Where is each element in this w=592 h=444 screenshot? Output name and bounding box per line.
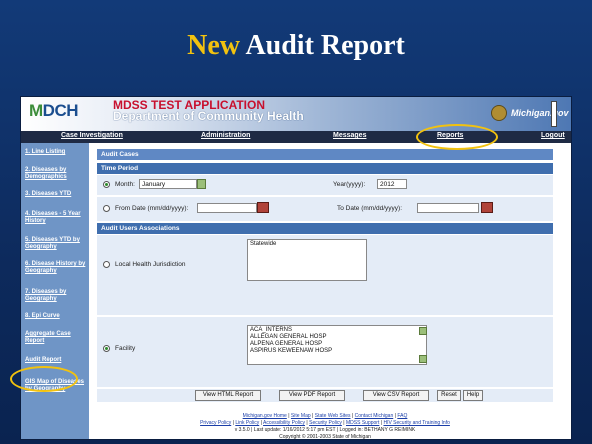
nav-case-investigation[interactable]: Case Investigation xyxy=(61,132,123,139)
facility-option[interactable]: ALPENA GENERAL HOSP xyxy=(250,341,424,348)
lhj-listbox[interactable]: Statewide xyxy=(247,239,367,281)
month-select[interactable]: January xyxy=(139,179,197,189)
slide-title: New Audit Report xyxy=(0,30,592,62)
from-date-label: From Date (mm/dd/yyyy): xyxy=(115,205,189,212)
month-radio[interactable] xyxy=(103,181,110,188)
audit-cases-header: Audit Cases xyxy=(97,149,553,160)
date-range-row: From Date (mm/dd/yyyy): To Date (mm/dd/y… xyxy=(97,197,553,221)
footer-links-2: Privacy Policy | Link Policy | Accessibi… xyxy=(200,420,450,426)
app-subtitle: Department of Community Health xyxy=(113,109,304,123)
facility-listbox[interactable]: ACA_INTERNS ALLEGAN GENERAL HOSP ALPENA … xyxy=(247,325,427,365)
lighthouse-icon xyxy=(551,101,557,127)
footer-copyright: Copyright © 2001-2003 State of Michigan xyxy=(279,434,371,440)
sidebar-item-diseases-5yr[interactable]: 4. Diseases - 5 Year History xyxy=(25,211,87,225)
to-date-input[interactable] xyxy=(417,203,479,213)
year-label: Year(yyyy): xyxy=(333,181,366,188)
slide: New Audit Report MDCH MDSS TEST APPLICAT… xyxy=(0,0,592,444)
lhj-row: Local Health Jurisdiction Statewide xyxy=(97,235,553,315)
month-label: Month: xyxy=(115,181,135,188)
sidebar-item-aggregate-case[interactable]: Aggregate Case Report xyxy=(25,331,87,345)
sidebar-item-diseases-geography[interactable]: 7. Diseases by Geography xyxy=(25,289,87,303)
facility-label: Facility xyxy=(115,345,136,352)
footer-version: v 3.5.0 | Last update: 1/16/2012 5:17 pm… xyxy=(234,427,416,433)
view-html-button[interactable]: View HTML Report xyxy=(195,390,261,401)
sidebar-item-line-listing[interactable]: 1. Line Listing xyxy=(25,149,87,156)
lhj-label: Local Health Jurisdiction xyxy=(115,261,186,268)
sidebar-item-diseases-ytd[interactable]: 3. Diseases YTD xyxy=(25,191,87,198)
button-row: View HTML Report View PDF Report View CS… xyxy=(97,389,553,402)
to-date-label: To Date (mm/dd/yyyy): xyxy=(337,205,403,212)
view-csv-button[interactable]: View CSV Report xyxy=(363,390,429,401)
sidebar: 1. Line Listing 2. Diseases by Demograph… xyxy=(21,143,89,439)
sidebar-item-diseases-demographics[interactable]: 2. Diseases by Demographics xyxy=(25,167,87,181)
to-calendar-icon[interactable] xyxy=(481,202,493,213)
view-pdf-button[interactable]: View PDF Report xyxy=(279,390,345,401)
facility-row: Facility ACA_INTERNS ALLEGAN GENERAL HOS… xyxy=(97,317,553,387)
sidebar-item-audit-report[interactable]: Audit Report xyxy=(25,357,87,364)
month-dropdown-icon[interactable] xyxy=(197,179,206,189)
footer-links-1: Michigan.gov Home | Site Map | State Web… xyxy=(242,413,408,419)
scroll-down-icon[interactable] xyxy=(419,355,427,363)
sidebar-item-history-geography[interactable]: 6. Disease History by Geography xyxy=(25,261,87,275)
slide-title-rest: Audit Report xyxy=(245,30,405,61)
facility-radio[interactable] xyxy=(103,345,110,352)
date-range-radio[interactable] xyxy=(103,205,110,212)
slide-title-highlight: New xyxy=(187,30,240,61)
nav-logout[interactable]: Logout xyxy=(541,132,565,139)
facility-option[interactable]: ASPIRUS KEWEENAW HOSP xyxy=(250,348,424,355)
mdch-logo[interactable]: MDCH xyxy=(29,101,79,121)
lhj-radio[interactable] xyxy=(103,261,110,268)
michigan-gov-brand[interactable]: Michigan.gov xyxy=(511,108,569,118)
audit-report-highlight xyxy=(10,366,78,392)
audit-users-header: Audit Users Associations xyxy=(97,223,553,234)
app-screenshot: MDCH MDSS TEST APPLICATION Department of… xyxy=(20,96,572,440)
from-calendar-icon[interactable] xyxy=(257,202,269,213)
facility-option[interactable]: ALLEGAN GENERAL HOSP xyxy=(250,334,424,341)
sidebar-item-epi-curve[interactable]: 8. Epi Curve xyxy=(25,313,87,320)
month-row: Month: January Year(yyyy): 2012 xyxy=(97,175,553,195)
state-seal-icon xyxy=(491,105,507,121)
time-period-header: Time Period xyxy=(97,163,553,174)
header-banner: MDCH MDSS TEST APPLICATION Department of… xyxy=(21,97,571,131)
facility-option[interactable]: ACA_INTERNS xyxy=(250,327,424,334)
lhj-option[interactable]: Statewide xyxy=(250,241,364,248)
reports-highlight xyxy=(416,124,498,150)
help-button[interactable]: Help xyxy=(463,390,483,401)
from-date-input[interactable] xyxy=(197,203,257,213)
sidebar-item-ytd-geography[interactable]: 5. Diseases YTD by Geography xyxy=(25,237,87,251)
nav-administration[interactable]: Administration xyxy=(201,132,250,139)
nav-messages[interactable]: Messages xyxy=(333,132,366,139)
year-input[interactable]: 2012 xyxy=(377,179,407,189)
scroll-up-icon[interactable] xyxy=(419,327,427,335)
reset-button[interactable]: Reset xyxy=(437,390,461,401)
